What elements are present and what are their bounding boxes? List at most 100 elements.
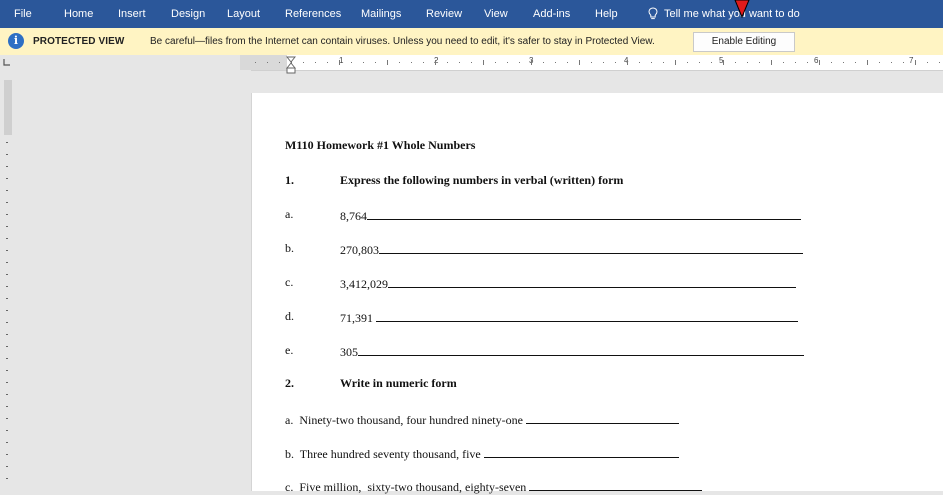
tab-help[interactable]: Help — [595, 0, 618, 28]
mouse-cursor-icon — [734, 0, 750, 18]
ruler-mark — [747, 62, 748, 63]
vertical-ruler-margin — [4, 80, 12, 135]
list-item: 3,412,029 — [340, 275, 796, 292]
list-item: 71,391 — [340, 309, 798, 326]
vertical-ruler-mark — [6, 394, 8, 395]
vertical-ruler-mark — [6, 478, 8, 479]
question-text: a. Ninety-two thousand, four hundred nin… — [285, 413, 523, 427]
list-item-letter: e. — [285, 343, 294, 357]
ruler-mark — [411, 62, 412, 63]
tab-file[interactable]: File — [14, 0, 32, 28]
ruler-number: 6 — [814, 56, 819, 65]
vertical-ruler-mark — [6, 178, 8, 179]
question-text: b. Three hundred seventy thousand, five — [285, 447, 481, 461]
tell-me-search[interactable]: Tell me what you want to do — [648, 0, 800, 28]
tab-review[interactable]: Review — [426, 0, 462, 28]
tell-me-label: Tell me what you want to do — [664, 8, 800, 20]
vertical-ruler-mark — [6, 418, 8, 419]
vertical-ruler-mark — [6, 202, 8, 203]
ruler-mark — [267, 62, 268, 63]
list-item-letter: d. — [285, 309, 294, 323]
ruler-mark — [807, 62, 808, 63]
ruler-mark — [627, 60, 628, 65]
vertical-ruler[interactable] — [4, 80, 12, 491]
info-icon: i — [8, 33, 24, 49]
ruler-mark — [723, 60, 724, 65]
tab-layout[interactable]: Layout — [227, 0, 260, 28]
vertical-ruler-mark — [6, 214, 8, 215]
tab-home[interactable]: Home — [64, 0, 93, 28]
tab-references[interactable]: References — [285, 0, 341, 28]
ruler-mark — [531, 60, 532, 65]
document-page[interactable]: M110 Homework #1 Whole Numbers 1. Expres… — [251, 93, 943, 494]
vertical-ruler-mark — [6, 430, 8, 431]
vertical-ruler-mark — [6, 142, 8, 143]
ruler-mark — [567, 62, 568, 63]
vertical-ruler-mark — [6, 454, 8, 455]
ruler-mark — [675, 60, 676, 65]
tab-selector-icon[interactable] — [3, 58, 11, 66]
vertical-ruler-mark — [6, 322, 8, 323]
protected-view-bar: i PROTECTED VIEW Be careful—files from t… — [0, 28, 943, 56]
ruler-mark — [879, 62, 880, 63]
list-item-letter: b. — [285, 241, 294, 255]
ruler-mark — [399, 62, 400, 63]
ruler-mark — [771, 60, 772, 65]
ruler-mark — [351, 62, 352, 63]
tab-mailings[interactable]: Mailings — [361, 0, 401, 28]
ruler-mark — [915, 60, 916, 65]
enable-editing-button[interactable]: Enable Editing — [693, 32, 795, 52]
section-heading: Express the following numbers in verbal … — [340, 173, 624, 187]
section-number: 1. — [285, 173, 294, 187]
answer-blank — [376, 309, 798, 322]
protected-view-title: PROTECTED VIEW — [33, 36, 125, 47]
ruler-mark — [555, 62, 556, 63]
number-value: 270,803 — [340, 243, 379, 257]
list-item: b. Three hundred seventy thousand, five — [285, 445, 679, 462]
ruler-mark — [687, 62, 688, 63]
ruler-strip — [251, 55, 943, 71]
lightbulb-icon — [648, 7, 658, 20]
vertical-ruler-mark — [6, 274, 8, 275]
ruler-mark — [423, 62, 424, 63]
ruler-mark — [651, 62, 652, 63]
number-value: 8,764 — [340, 209, 367, 223]
number-value: 3,412,029 — [340, 277, 388, 291]
vertical-ruler-mark — [6, 334, 8, 335]
ruler-mark — [519, 62, 520, 63]
ruler-mark — [591, 62, 592, 63]
ruler-mark — [759, 62, 760, 63]
ruler-mark — [603, 62, 604, 63]
answer-blank — [358, 343, 804, 356]
vertical-ruler-mark — [6, 370, 8, 371]
vertical-ruler-mark — [6, 358, 8, 359]
tab-insert[interactable]: Insert — [118, 0, 146, 28]
ruler-mark — [315, 62, 316, 63]
vertical-ruler-mark — [6, 310, 8, 311]
tab-design[interactable]: Design — [171, 0, 205, 28]
ruler-mark — [483, 60, 484, 65]
ruler-mark — [843, 62, 844, 63]
ruler-mark — [735, 62, 736, 63]
ruler-mark — [927, 62, 928, 63]
ruler-number: 7 — [909, 56, 914, 65]
ruler-mark — [327, 62, 328, 63]
tab-view[interactable]: View — [484, 0, 508, 28]
number-value: 71,391 — [340, 311, 373, 325]
list-item: 270,803 — [340, 241, 803, 258]
answer-blank — [529, 478, 703, 491]
horizontal-ruler[interactable]: 1 2 3 4 5 6 7 — [0, 55, 943, 71]
section-number: 2. — [285, 376, 294, 390]
vertical-ruler-mark — [6, 442, 8, 443]
tab-add-ins[interactable]: Add-ins — [533, 0, 570, 28]
indent-marker-icon[interactable] — [286, 56, 296, 74]
section-heading: Write in numeric form — [340, 376, 457, 390]
ruler-mark — [783, 62, 784, 63]
list-item: 8,764 — [340, 207, 801, 224]
ruler-mark — [339, 60, 340, 65]
ruler-mark — [507, 62, 508, 63]
vertical-ruler-mark — [6, 382, 8, 383]
ruler-mark — [711, 62, 712, 63]
ruler-mark — [867, 60, 868, 65]
answer-blank — [388, 275, 796, 288]
